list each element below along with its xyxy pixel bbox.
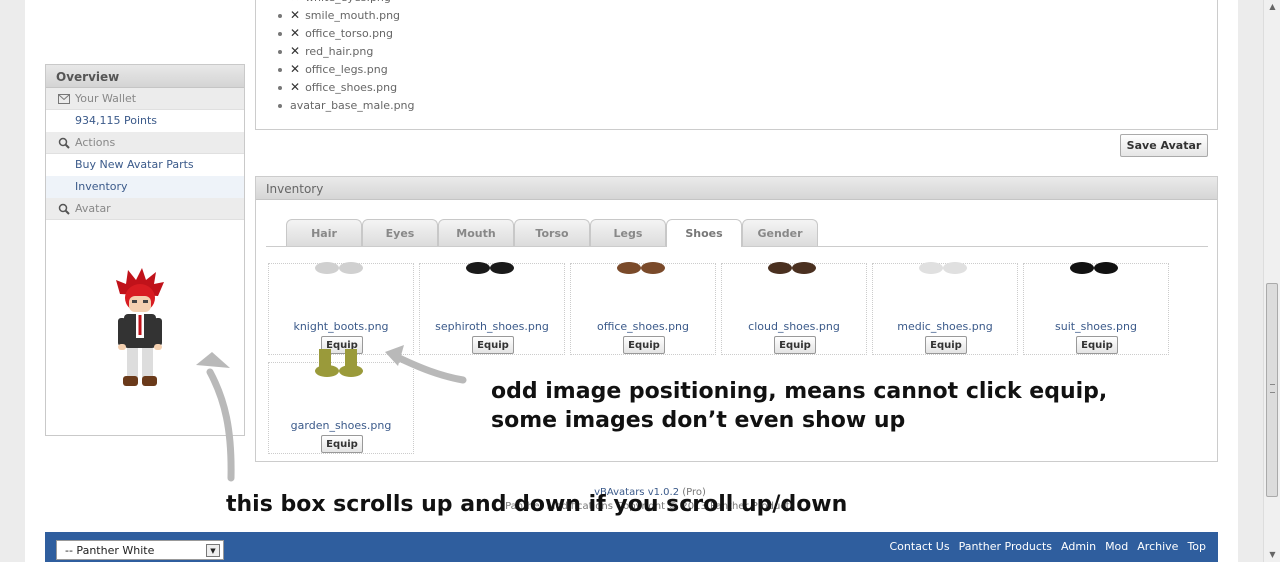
remove-part-icon[interactable]: ✕ <box>290 8 300 22</box>
actions-section: Actions <box>46 132 244 154</box>
footer-link-archive[interactable]: Archive <box>1137 540 1178 553</box>
style-select[interactable]: -- Panther White ▼ <box>56 540 224 560</box>
tab-hair[interactable]: Hair <box>286 219 362 246</box>
footer-link-panther-products[interactable]: Panther Products <box>959 540 1052 553</box>
equip-button[interactable]: Equip <box>774 336 816 354</box>
item-name-link[interactable]: sephiroth_shoes.png <box>420 320 564 333</box>
avatar-part-name: office_legs.png <box>305 62 388 76</box>
style-select-value: -- Panther White <box>65 544 155 557</box>
footer-navbar: -- Panther White ▼ Contact Us Panther Pro… <box>45 532 1218 562</box>
page-scrollbar[interactable]: ▲ ▼ <box>1263 0 1280 562</box>
avatar-part-name: office_torso.png <box>305 26 394 40</box>
inventory-item-card: sephiroth_shoes.png Equip <box>419 262 565 355</box>
shoe-image <box>315 349 363 377</box>
tab-mouth[interactable]: Mouth <box>438 219 514 246</box>
annotation-line-3: this box scrolls up and down if you scro… <box>226 492 848 517</box>
inventory-item-card: knight_boots.png Equip <box>268 262 414 355</box>
equip-button[interactable]: Equip <box>1076 336 1118 354</box>
equip-button[interactable]: Equip <box>321 435 363 453</box>
avatar-part-item: ✕ smile_mouth.png <box>278 6 415 24</box>
shoe-image <box>315 262 363 274</box>
search-icon <box>58 203 70 215</box>
footer-link-contact-us[interactable]: Contact Us <box>890 540 950 553</box>
tab-eyes[interactable]: Eyes <box>362 219 438 246</box>
actions-label: Actions <box>75 136 116 149</box>
avatar-part-name: white_eyes.png <box>305 0 391 4</box>
item-name-link[interactable]: knight_boots.png <box>269 320 413 333</box>
tab-legs[interactable]: Legs <box>590 219 666 246</box>
save-avatar-button[interactable]: Save Avatar <box>1120 134 1208 157</box>
avatar-part-item: ✕ red_hair.png <box>278 42 415 60</box>
inventory-item-card: garden_shoes.png Equip <box>268 349 414 454</box>
avatar-parts-list: ✕ white_eyes.png ✕ smile_mouth.png ✕ office_t… <box>278 0 415 114</box>
avatar-preview-image <box>116 268 164 386</box>
avatar-parts-panel: ✕ white_eyes.png ✕ smile_mouth.png ✕ office_t… <box>255 0 1218 130</box>
avatar-part-name: red_hair.png <box>305 44 374 58</box>
scroll-down-icon[interactable]: ▼ <box>1264 548 1280 562</box>
footer-link-admin[interactable]: Admin <box>1061 540 1096 553</box>
footer-link-top[interactable]: Top <box>1187 540 1206 553</box>
item-name-link[interactable]: cloud_shoes.png <box>722 320 866 333</box>
search-icon <box>58 137 70 149</box>
wallet-section: Your Wallet <box>46 88 244 110</box>
equip-button[interactable]: Equip <box>925 336 967 354</box>
avatar-label: Avatar <box>75 202 111 215</box>
shoe-image <box>768 262 816 274</box>
remove-part-icon[interactable]: ✕ <box>290 26 300 40</box>
avatar-part-name: avatar_base_male.png <box>290 98 415 112</box>
footer-links: Contact Us Panther Products Admin Mod Archiv… <box>890 540 1207 553</box>
item-name-link[interactable]: office_shoes.png <box>571 320 715 333</box>
shoe-image <box>617 262 665 274</box>
equip-button[interactable]: Equip <box>623 336 665 354</box>
shoe-image <box>466 262 514 274</box>
remove-part-icon[interactable]: ✕ <box>290 0 300 4</box>
scrollbar-thumb[interactable] <box>1266 283 1278 497</box>
envelope-icon <box>58 93 70 104</box>
item-name-link[interactable]: suit_shoes.png <box>1024 320 1168 333</box>
avatar-part-item: ✕ office_torso.png <box>278 24 415 42</box>
inventory-link[interactable]: Inventory <box>46 176 244 198</box>
avatar-part-name: smile_mouth.png <box>305 8 401 22</box>
avatar-part-item: avatar_base_male.png <box>278 96 415 114</box>
equip-button[interactable]: Equip <box>472 336 514 354</box>
annotation-line-1: odd image positioning, means cannot clic… <box>491 379 1108 404</box>
chevron-down-icon[interactable]: ▼ <box>206 544 220 557</box>
remove-part-icon[interactable]: ✕ <box>290 80 300 94</box>
item-name-link[interactable]: medic_shoes.png <box>873 320 1017 333</box>
inventory-tabs: Hair Eyes Mouth Torso Legs Shoes Gender <box>266 219 1208 247</box>
shoe-image <box>919 262 967 274</box>
shoe-image <box>1070 262 1118 274</box>
avatar-part-item: ✕ office_legs.png <box>278 60 415 78</box>
item-name-link[interactable]: garden_shoes.png <box>269 419 413 432</box>
avatar-part-name: office_shoes.png <box>305 80 398 94</box>
buy-parts-link[interactable]: Buy New Avatar Parts <box>46 154 244 176</box>
inventory-item-card: suit_shoes.png Equip <box>1023 262 1169 355</box>
points-link[interactable]: 934,115 Points <box>46 110 244 132</box>
avatar-part-item: ✕ office_shoes.png <box>278 78 415 96</box>
remove-part-icon[interactable]: ✕ <box>290 44 300 58</box>
tab-torso[interactable]: Torso <box>514 219 590 246</box>
tab-gender[interactable]: Gender <box>742 219 818 246</box>
avatar-section: Avatar <box>46 198 244 220</box>
inventory-title: Inventory <box>256 177 1217 200</box>
inventory-item-card: cloud_shoes.png Equip <box>721 262 867 355</box>
annotation-line-2: some images don’t even show up <box>491 408 906 433</box>
tab-shoes[interactable]: Shoes <box>666 219 742 247</box>
overview-title: Overview <box>46 65 244 88</box>
wallet-label: Your Wallet <box>75 92 137 105</box>
scroll-up-icon[interactable]: ▲ <box>1264 0 1280 14</box>
inventory-item-card: medic_shoes.png Equip <box>872 262 1018 355</box>
inventory-item-card: office_shoes.png Equip <box>570 262 716 355</box>
remove-part-icon[interactable]: ✕ <box>290 62 300 76</box>
footer-link-mod[interactable]: Mod <box>1105 540 1128 553</box>
